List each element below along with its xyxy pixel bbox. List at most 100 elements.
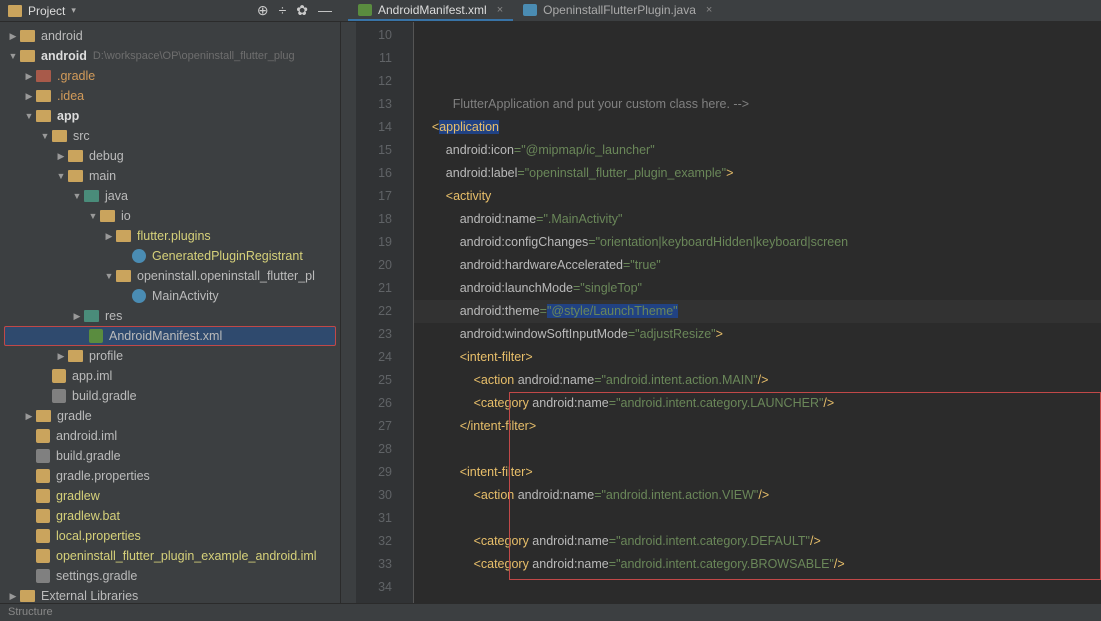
code-line[interactable]: FlutterApplication and put your custom c…: [414, 93, 1101, 116]
file-icon: [358, 4, 372, 16]
tree-node[interactable]: ▶.idea: [0, 86, 340, 106]
line-numbers: 1011121314151617181920212223242526272829…: [356, 22, 400, 603]
tree-node[interactable]: ▶android.iml: [0, 426, 340, 446]
expand-arrow-icon[interactable]: ▶: [6, 31, 20, 42]
tree-node[interactable]: ▶debug: [0, 146, 340, 166]
expand-arrow-icon[interactable]: ▶: [22, 411, 36, 422]
close-icon[interactable]: ×: [497, 4, 503, 16]
tree-node[interactable]: ▶openinstall_flutter_plugin_example_andr…: [0, 546, 340, 566]
tree-node[interactable]: ▶ android: [0, 26, 340, 46]
code-line[interactable]: android:theme="@style/LaunchTheme": [414, 300, 1101, 323]
tree-node[interactable]: ▶ flutter.plugins: [0, 226, 340, 246]
divider-icon[interactable]: ÷: [279, 2, 287, 19]
code-line[interactable]: android:label="openinstall_flutter_plugi…: [414, 162, 1101, 185]
code-line[interactable]: <action android:name="android.intent.act…: [414, 484, 1101, 507]
tree-node[interactable]: ▶GeneratedPluginRegistrant: [0, 246, 340, 266]
tree-node[interactable]: ▶AndroidManifest.xml: [4, 326, 336, 346]
code-line[interactable]: [414, 576, 1101, 599]
expand-arrow-icon[interactable]: ▶: [102, 231, 116, 242]
tree-node[interactable]: ▶External Libraries: [0, 586, 340, 603]
code-line[interactable]: android:launchMode="singleTop": [414, 277, 1101, 300]
tree-label: android: [41, 29, 83, 43]
tree-node[interactable]: ▶settings.gradle: [0, 566, 340, 586]
expand-arrow-icon[interactable]: ▼: [70, 191, 84, 201]
code-line[interactable]: [414, 438, 1101, 461]
code-editor[interactable]: 1011121314151617181920212223242526272829…: [356, 22, 1101, 603]
tree-node[interactable]: ▼androidD:\workspace\OP\openinstall_flut…: [0, 46, 340, 66]
tree-label: flutter.plugins: [137, 229, 211, 243]
tree-label: gradlew.bat: [56, 509, 120, 523]
tree-node[interactable]: ▶gradle.properties: [0, 466, 340, 486]
project-header[interactable]: Project ▾ ⊕ ÷ ✿ —: [0, 0, 340, 21]
code-line[interactable]: android:name=".MainActivity": [414, 208, 1101, 231]
code-line[interactable]: android:configChanges="orientation|keybo…: [414, 231, 1101, 254]
file-icon: [36, 429, 50, 443]
code-line[interactable]: <activity: [414, 185, 1101, 208]
line-number: 13: [356, 93, 392, 116]
expand-arrow-icon[interactable]: ▼: [38, 131, 52, 141]
expand-arrow-icon[interactable]: ▶: [54, 151, 68, 162]
code-line[interactable]: </intent-filter>: [414, 415, 1101, 438]
tree-node[interactable]: ▶build.gradle: [0, 446, 340, 466]
tree-node[interactable]: ▼openinstall.openinstall_flutter_pl: [0, 266, 340, 286]
expand-arrow-icon[interactable]: ▼: [86, 211, 100, 221]
file-icon: [36, 509, 50, 523]
tree-node[interactable]: ▶MainActivity: [0, 286, 340, 306]
chevron-down-icon[interactable]: ▾: [71, 5, 76, 16]
code-line[interactable]: [414, 507, 1101, 530]
structure-label[interactable]: Structure: [8, 606, 53, 618]
close-icon[interactable]: ×: [706, 4, 712, 16]
tree-node[interactable]: ▼java: [0, 186, 340, 206]
folder-icon: [20, 50, 35, 62]
code-area[interactable]: FlutterApplication and put your custom c…: [414, 22, 1101, 603]
code-line[interactable]: <application: [414, 116, 1101, 139]
expand-arrow-icon[interactable]: ▶: [70, 311, 84, 322]
editor-tab[interactable]: AndroidManifest.xml ×: [348, 0, 513, 21]
tree-node[interactable]: ▶gradlew: [0, 486, 340, 506]
expand-arrow-icon[interactable]: ▼: [54, 171, 68, 181]
tree-node[interactable]: ▼app: [0, 106, 340, 126]
fold-gutter[interactable]: [400, 22, 414, 603]
tree-node[interactable]: ▼main: [0, 166, 340, 186]
gear-icon[interactable]: ✿: [296, 2, 308, 19]
expand-arrow-icon[interactable]: ▶: [6, 591, 20, 602]
code-line[interactable]: <category android:name="android.intent.c…: [414, 530, 1101, 553]
folder-icon: [36, 70, 51, 82]
line-number: 11: [356, 47, 392, 70]
tree-node[interactable]: ▶res: [0, 306, 340, 326]
expand-arrow-icon[interactable]: ▼: [102, 271, 116, 281]
tree-node[interactable]: ▶local.properties: [0, 526, 340, 546]
tree-node[interactable]: ▼ src: [0, 126, 340, 146]
collapse-icon[interactable]: —: [318, 2, 332, 19]
tree-label: android.iml: [56, 429, 117, 443]
code-line[interactable]: <intent-filter>: [414, 346, 1101, 369]
code-line[interactable]: android:hardwareAccelerated="true": [414, 254, 1101, 277]
project-tree[interactable]: ▶ android ▼androidD:\workspace\OP\openinst…: [0, 22, 340, 603]
code-line[interactable]: android:windowSoftInputMode="adjustResiz…: [414, 323, 1101, 346]
code-line[interactable]: <category android:name="android.intent.c…: [414, 553, 1101, 576]
expand-arrow-icon[interactable]: ▶: [22, 71, 36, 82]
tab-label: AndroidManifest.xml: [378, 3, 487, 17]
tree-label: src: [73, 129, 90, 143]
code-line[interactable]: android:icon="@mipmap/ic_launcher": [414, 139, 1101, 162]
tree-node[interactable]: ▶gradle: [0, 406, 340, 426]
tree-node[interactable]: ▼io: [0, 206, 340, 226]
target-icon[interactable]: ⊕: [257, 2, 269, 19]
code-line[interactable]: <category android:name="android.intent.c…: [414, 392, 1101, 415]
expand-arrow-icon[interactable]: ▶: [54, 351, 68, 362]
editor-tab[interactable]: OpeninstallFlutterPlugin.java×: [513, 0, 722, 21]
tree-node[interactable]: ▶build.gradle: [0, 386, 340, 406]
code-line[interactable]: <intent-filter>: [414, 461, 1101, 484]
code-line[interactable]: <data android:scheme="uxxxxn"/>: [414, 599, 1101, 603]
code-line[interactable]: <action android:name="android.intent.act…: [414, 369, 1101, 392]
tree-node[interactable]: ▶profile: [0, 346, 340, 366]
tree-label: build.gradle: [72, 389, 137, 403]
expand-arrow-icon[interactable]: ▶: [22, 91, 36, 102]
tree-node[interactable]: ▶app.iml: [0, 366, 340, 386]
tree-node[interactable]: ▶.gradle: [0, 66, 340, 86]
tree-node[interactable]: ▶gradlew.bat: [0, 506, 340, 526]
line-number: 30: [356, 484, 392, 507]
expand-arrow-icon[interactable]: ▼: [22, 111, 36, 121]
file-icon: [523, 4, 537, 16]
expand-arrow-icon[interactable]: ▼: [6, 51, 20, 61]
